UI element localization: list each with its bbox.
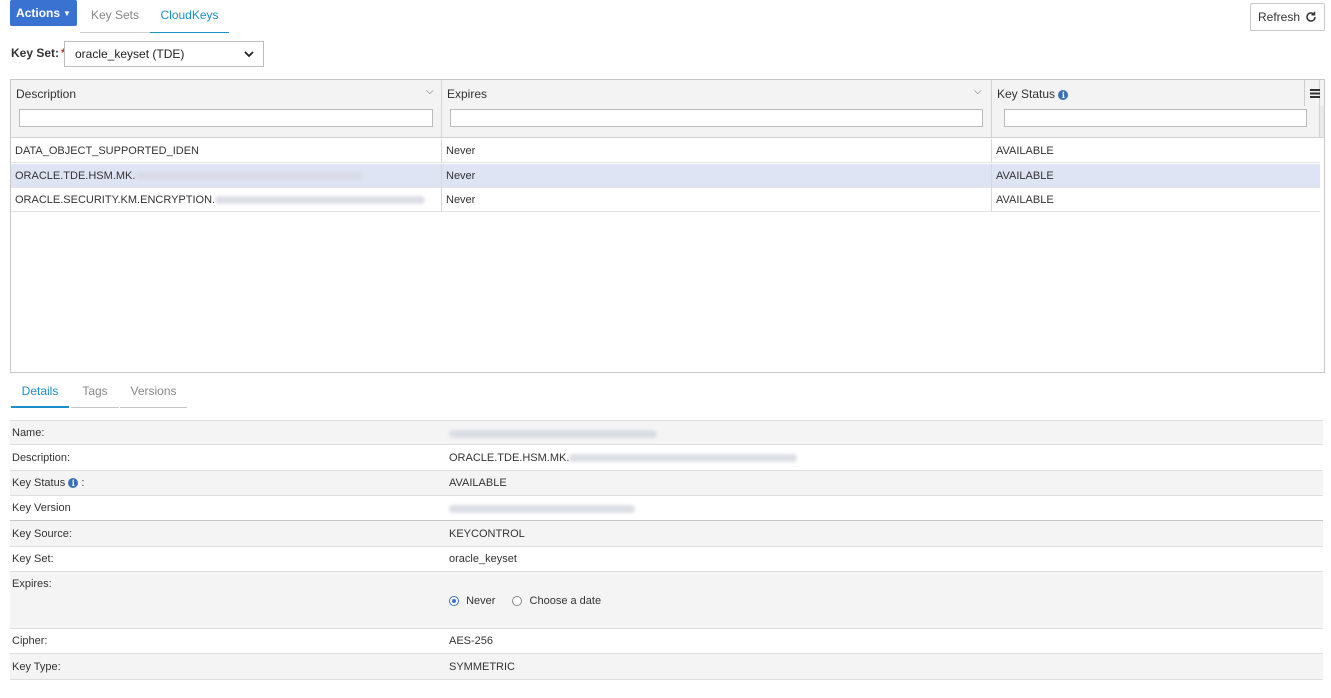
column-key-status[interactable]: Key Status i xyxy=(992,80,1320,137)
redacted-text xyxy=(135,172,364,181)
detail-row-key-status: Key Status i : AVAILABLE xyxy=(10,471,1323,496)
redacted-text xyxy=(449,430,657,439)
detail-row-expires: Expires: Never Choose a date xyxy=(10,572,1323,629)
key-type-value: SYMMETRIC xyxy=(449,661,515,673)
tab-cloudkeys[interactable]: CloudKeys xyxy=(150,0,229,33)
sort-chevron-icon[interactable]: ⌵ xyxy=(974,86,982,97)
row-status: AVAILABLE xyxy=(996,145,1054,157)
expires-never-radio[interactable] xyxy=(449,596,459,607)
column-key-status-title: Key Status i xyxy=(997,87,1069,101)
row-description: ORACLE.TDE.HSM.MK. xyxy=(15,170,136,182)
expires-filter-input[interactable] xyxy=(450,109,983,127)
keyset-label: Key Set:* xyxy=(11,46,66,60)
scrollbar[interactable] xyxy=(1320,106,1324,137)
refresh-icon xyxy=(1306,11,1316,22)
sort-chevron-icon[interactable]: ⌵ xyxy=(426,86,434,97)
tab-key-sets[interactable]: Key Sets xyxy=(80,0,150,33)
detail-row-key-set: Key Set: oracle_keyset xyxy=(10,547,1323,572)
column-expires-title: Expires xyxy=(447,87,488,101)
redacted-text xyxy=(215,196,426,205)
info-icon[interactable]: i xyxy=(1058,89,1069,100)
detail-row-key-type: Key Type: SYMMETRIC xyxy=(10,654,1323,680)
key-status-header-text: Key Status xyxy=(997,87,1056,101)
hamburger-menu-icon xyxy=(1309,88,1320,98)
row-expires: Never xyxy=(442,164,992,188)
caret-down-icon: ▼ xyxy=(63,8,71,18)
expires-choose-date-radio[interactable] xyxy=(512,596,523,607)
refresh-button[interactable]: Refresh xyxy=(1250,3,1325,31)
tab-details[interactable]: Details xyxy=(11,379,69,408)
table-row[interactable]: ORACLE.SECURITY.KM.ENCRYPTION. Never AVA… xyxy=(11,188,1320,212)
column-description[interactable]: Description ⌵ xyxy=(11,80,442,137)
detail-row-description: Description: ORACLE.TDE.HSM.MK. xyxy=(10,445,1323,471)
key-status-label-suffix: : xyxy=(81,477,85,489)
key-status-value: AVAILABLE xyxy=(449,477,507,489)
redacted-text xyxy=(569,454,798,463)
column-description-title: Description xyxy=(16,87,77,101)
cipher-label: Cipher: xyxy=(12,635,48,647)
expires-choose-date-label: Choose a date xyxy=(529,595,602,608)
key-set-label: Key Set: xyxy=(12,553,54,565)
expires-label: Expires: xyxy=(12,578,52,590)
key-version-label: Key Version xyxy=(12,502,71,514)
info-icon[interactable]: i xyxy=(68,478,79,489)
description-label: Description: xyxy=(12,452,71,464)
detail-row-key-source: Key Source: KEYCONTROL xyxy=(10,521,1323,547)
expires-never-label: Never xyxy=(466,595,496,608)
expires-options: Never Choose a date xyxy=(449,595,601,607)
keyset-select[interactable]: oracle_keyset (TDE) xyxy=(64,41,264,67)
key-source-value: KEYCONTROL xyxy=(449,528,525,540)
table-row[interactable]: ORACLE.TDE.HSM.MK. Never AVAILABLE xyxy=(11,164,1320,188)
redacted-text xyxy=(449,505,635,514)
key-status-filter-input[interactable] xyxy=(1004,109,1307,127)
keyset-label-text: Key Set: xyxy=(11,46,60,60)
key-set-value: oracle_keyset xyxy=(449,553,517,565)
tab-versions[interactable]: Versions xyxy=(120,379,187,408)
row-description: ORACLE.SECURITY.KM.ENCRYPTION. xyxy=(15,194,216,206)
name-value xyxy=(449,428,657,440)
key-version-value xyxy=(449,503,635,515)
column-expires[interactable]: Expires ⌵ xyxy=(442,80,992,137)
cipher-value: AES-256 xyxy=(449,635,494,647)
grid-header: Description ⌵ Expires ⌵ Key Status i xyxy=(11,80,1324,138)
table-row[interactable]: DATA_OBJECT_SUPPORTED_IDEN Never AVAILAB… xyxy=(11,139,1320,163)
actions-button[interactable]: Actions ▼ xyxy=(10,0,77,26)
description-filter-input[interactable] xyxy=(19,109,433,127)
detail-row-key-version: Key Version xyxy=(10,496,1323,521)
row-status: AVAILABLE xyxy=(996,194,1054,206)
row-description-cell: ORACLE.SECURITY.KM.ENCRYPTION. xyxy=(11,188,442,212)
row-expires: Never xyxy=(442,139,992,163)
row-status: AVAILABLE xyxy=(996,170,1054,182)
actions-label: Actions xyxy=(16,6,61,20)
detail-row-cipher: Cipher: AES-256 xyxy=(10,629,1323,654)
column-menu-button[interactable] xyxy=(1304,80,1324,106)
key-status-label: Key Status i : xyxy=(12,477,84,489)
tab-tags[interactable]: Tags xyxy=(71,379,119,408)
chevron-down-icon xyxy=(244,51,254,58)
refresh-label: Refresh xyxy=(1257,10,1301,24)
row-expires: Never xyxy=(442,188,992,212)
key-status-label-text: Key Status xyxy=(12,477,66,489)
description-value: ORACLE.TDE.HSM.MK. xyxy=(449,452,798,464)
row-description: DATA_OBJECT_SUPPORTED_IDEN xyxy=(11,139,442,163)
row-description-cell: ORACLE.TDE.HSM.MK. xyxy=(11,164,442,188)
key-source-label: Key Source: xyxy=(12,528,72,540)
keyset-selected-value: oracle_keyset (TDE) xyxy=(75,47,185,61)
key-type-label: Key Type: xyxy=(12,661,61,673)
detail-row-name: Name: xyxy=(10,420,1323,445)
name-label: Name: xyxy=(12,427,45,439)
keys-grid: Description ⌵ Expires ⌵ Key Status i DAT… xyxy=(10,79,1325,373)
description-value-text: ORACLE.TDE.HSM.MK. xyxy=(449,452,570,464)
